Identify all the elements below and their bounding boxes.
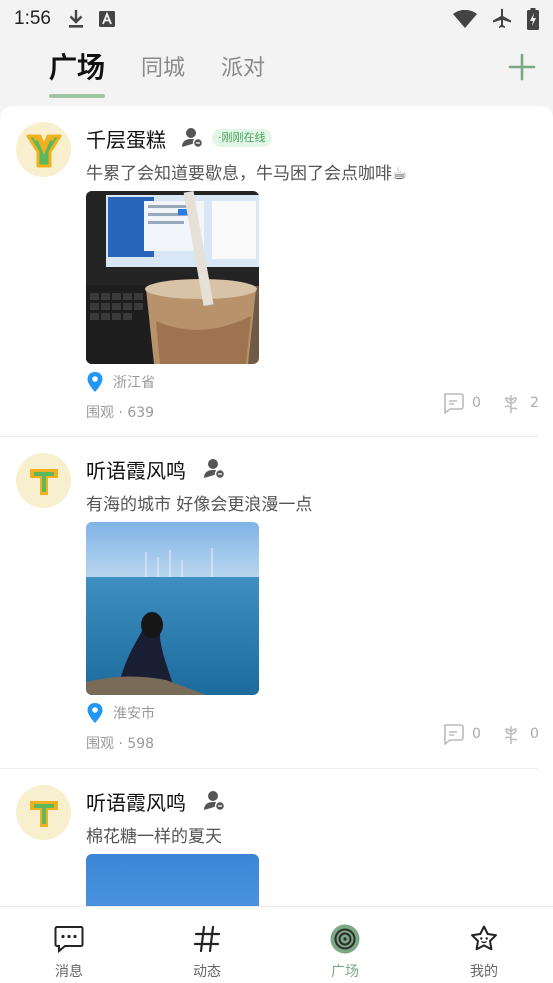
- view-count: 围观 · 639: [86, 405, 155, 421]
- location-text: 浙江省: [113, 375, 155, 391]
- avatar-logo-icon: [29, 468, 58, 495]
- nav-messages[interactable]: 消息: [34, 907, 104, 983]
- flower-like-icon: [504, 395, 518, 413]
- star-face-icon: [468, 924, 500, 954]
- post-text: 有海的城市 好像会更浪漫一点: [86, 495, 313, 515]
- battery-charging-icon: [527, 8, 539, 30]
- plaza-spiral-icon: [329, 924, 361, 954]
- like-button[interactable]: 0: [500, 723, 539, 745]
- active-tab-indicator: [49, 94, 105, 98]
- plus-icon: [508, 53, 536, 81]
- avatar[interactable]: [16, 122, 71, 177]
- post-username[interactable]: 听语霞风鸣: [86, 787, 186, 816]
- user-profile-icon: [182, 127, 204, 149]
- post-image-coffee[interactable]: [86, 191, 259, 364]
- feed-list: 千层蛋糕 ·刚刚在线 牛累了会知道要歇息，牛马困了会点咖啡☕ 浙江省 围观 · …: [0, 106, 553, 906]
- like-button[interactable]: 2: [500, 392, 539, 414]
- feed-post[interactable]: 千层蛋糕 ·刚刚在线 牛累了会知道要歇息，牛马困了会点咖啡☕ 浙江省 围观 · …: [0, 106, 553, 437]
- comment-icon: [443, 393, 464, 414]
- location-pin-icon: [87, 372, 103, 392]
- tab-same-city[interactable]: 同城: [141, 50, 185, 82]
- a-box-icon: [98, 11, 115, 27]
- tab-party[interactable]: 派对: [221, 50, 265, 82]
- top-tab-bar: 广场 同城 派对: [0, 38, 553, 102]
- like-count: 2: [530, 395, 539, 411]
- view-count: 围观 · 598: [86, 736, 155, 752]
- nav-label: 消息: [55, 964, 83, 980]
- status-time: 1:56: [14, 8, 51, 29]
- message-icon: [53, 924, 85, 954]
- post-username[interactable]: 听语霞风鸣: [86, 455, 186, 484]
- bottom-navigation: 消息 动态 广场 我的: [0, 906, 553, 983]
- comment-icon: [443, 724, 464, 745]
- avatar[interactable]: [16, 453, 71, 508]
- user-profile-icon: [204, 458, 226, 480]
- post-image-sea[interactable]: [86, 522, 259, 695]
- feed-post[interactable]: 听语霞风鸣 有海的城市 好像会更浪漫一点 淮安市 围观 · 598 0 0: [0, 437, 553, 769]
- nav-plaza[interactable]: 广场: [310, 907, 380, 983]
- add-post-button[interactable]: [506, 51, 538, 83]
- avatar-logo-icon: [29, 800, 58, 827]
- user-profile-icon: [204, 790, 226, 812]
- location-text: 淮安市: [113, 706, 155, 722]
- download-icon: [67, 9, 85, 29]
- online-status-badge: ·刚刚在线: [212, 129, 272, 147]
- like-count: 0: [530, 726, 539, 742]
- location-pin-icon: [87, 703, 103, 723]
- comment-button[interactable]: 0: [442, 392, 481, 414]
- flower-like-icon: [504, 726, 518, 744]
- comment-button[interactable]: 0: [442, 723, 481, 745]
- hashtag-icon: [191, 924, 223, 954]
- nav-label: 动态: [193, 964, 221, 980]
- comment-count: 0: [472, 395, 481, 411]
- nav-label: 我的: [470, 964, 498, 980]
- comment-count: 0: [472, 726, 481, 742]
- wifi-icon: [453, 10, 477, 28]
- nav-feed[interactable]: 动态: [172, 907, 242, 983]
- airplane-icon: [491, 8, 513, 30]
- avatar-logo-icon: [26, 134, 61, 167]
- status-bar: 1:56: [0, 0, 553, 38]
- nav-label: 广场: [331, 964, 359, 980]
- tab-plaza[interactable]: 广场: [49, 46, 105, 86]
- avatar[interactable]: [16, 785, 71, 840]
- post-text: 棉花糖一样的夏天: [86, 827, 222, 847]
- post-location: 浙江省: [86, 372, 155, 392]
- feed-post[interactable]: 听语霞风鸣 棉花糖一样的夏天: [0, 769, 553, 906]
- post-username[interactable]: 千层蛋糕: [86, 124, 166, 153]
- post-image-sky[interactable]: [86, 854, 259, 906]
- post-text: 牛累了会知道要歇息，牛马困了会点咖啡☕: [86, 164, 408, 184]
- post-location: 淮安市: [86, 703, 155, 723]
- nav-profile[interactable]: 我的: [449, 907, 519, 983]
